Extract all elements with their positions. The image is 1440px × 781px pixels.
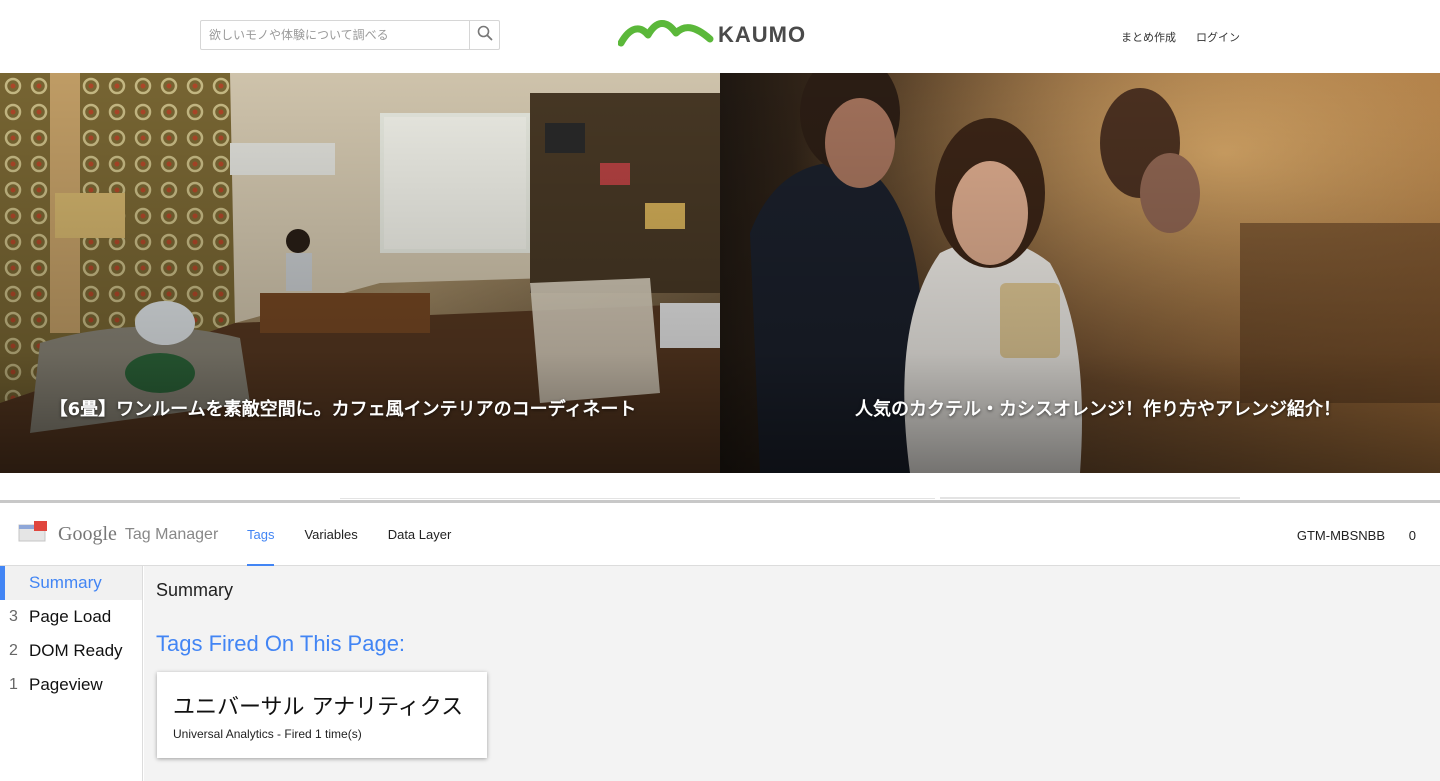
sidebar-item-number: 3: [9, 608, 18, 625]
logo-text: KAUMO: [718, 22, 807, 47]
hero-title-interior: 【6畳】ワンルームを素敵空間に。カフェ風インテリアのコーディネート: [49, 399, 637, 420]
search-button[interactable]: [469, 21, 499, 49]
gtm-logo-product: Tag Manager: [124, 525, 219, 543]
gtm-debug-panel: Google Tag Manager Tags Variables Data L…: [0, 500, 1440, 781]
search-input[interactable]: [201, 21, 469, 49]
tag-status: Universal Analytics - Fired 1 time(s): [173, 727, 362, 741]
sidebar-item-label: Summary: [29, 573, 102, 592]
sidebar-item-summary[interactable]: Summary: [0, 566, 142, 600]
sidebar-item-dom-ready[interactable]: 2 DOM Ready: [0, 634, 142, 668]
tab-variables[interactable]: Variables: [289, 503, 372, 566]
container-id: GTM-MBSNBB: [1296, 528, 1385, 543]
mountain-logo-icon: [617, 17, 714, 53]
sidebar-item-label: Page Load: [29, 607, 112, 626]
sidebar-item-number: 1: [9, 676, 18, 693]
sidebar-item-pageview[interactable]: 1 Pageview: [0, 668, 142, 702]
hero-carousel: 【6畳】ワンルームを素敵空間に。カフェ風インテリアのコーディネート 人気のカクテ…: [0, 73, 1440, 473]
tab-tags[interactable]: Tags: [232, 503, 289, 567]
sidebar-item-label: Pageview: [29, 675, 103, 694]
hero-card-cocktail[interactable]: 人気のカクテル・カシスオレンジ！作り方やアレンジ紹介！: [720, 73, 1440, 473]
gtm-main-content: Summary Tags Fired On This Page: ユニバーサル …: [144, 566, 1440, 781]
create-summary-link[interactable]: まとめ作成: [1121, 29, 1176, 45]
login-link[interactable]: ログイン: [1196, 29, 1240, 45]
error-count[interactable]: 0: [1409, 528, 1416, 543]
gtm-logo: Google Tag Manager: [18, 521, 218, 548]
sidebar-item-number: 2: [9, 642, 18, 659]
hero-card-interior[interactable]: 【6畳】ワンルームを素敵空間に。カフェ風インテリアのコーディネート: [0, 73, 720, 473]
sidebar-item-label: DOM Ready: [29, 641, 123, 660]
divider: [340, 498, 935, 499]
tag-manager-icon: [18, 521, 48, 548]
gtm-toolbar: Google Tag Manager Tags Variables Data L…: [0, 503, 1440, 567]
header-links: まとめ作成 ログイン: [1121, 29, 1240, 45]
search-icon: [477, 25, 493, 45]
gtm-tabs: Tags Variables Data Layer: [232, 503, 467, 567]
tab-data-layer[interactable]: Data Layer: [373, 503, 467, 566]
tag-card[interactable]: ユニバーサル アナリティクス Universal Analytics - Fir…: [157, 672, 487, 758]
gtm-event-sidebar: Summary 3 Page Load 2 DOM Ready 1 Pagevi…: [0, 566, 143, 781]
search-box: [200, 20, 500, 50]
site-header: KAUMO まとめ作成 ログイン: [0, 0, 1440, 73]
divider: [940, 497, 1240, 499]
tag-name: ユニバーサル アナリティクス: [173, 695, 464, 720]
page-title: Summary: [156, 580, 234, 600]
hero-title-cocktail: 人気のカクテル・カシスオレンジ！作り方やアレンジ紹介！: [855, 399, 1341, 420]
tags-fired-heading: Tags Fired On This Page:: [156, 631, 406, 656]
sidebar-item-page-load[interactable]: 3 Page Load: [0, 600, 142, 634]
kaumo-logo[interactable]: KAUMO: [617, 17, 807, 53]
gtm-logo-google: Google: [58, 523, 117, 545]
